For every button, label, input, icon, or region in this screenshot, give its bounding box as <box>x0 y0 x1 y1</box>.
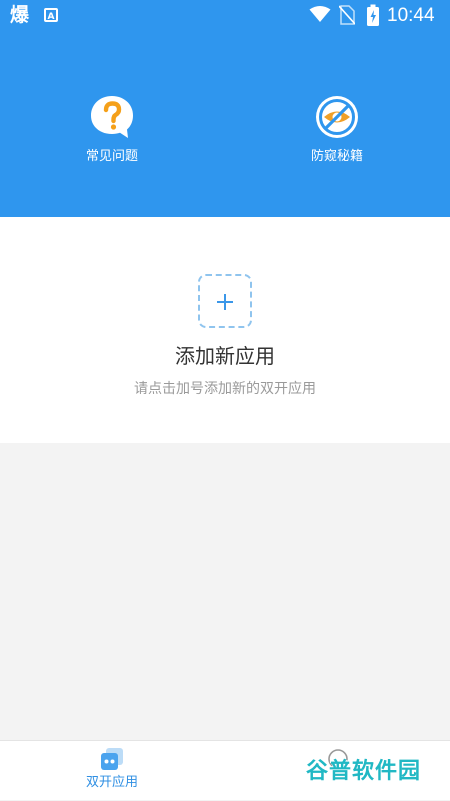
privacy-tips-entry[interactable]: 防窥秘籍 <box>282 94 392 166</box>
keyboard-notification-icon: A <box>44 8 58 22</box>
empty-state-title: 添加新应用 <box>175 344 275 368</box>
app-notification-icon: 爆 <box>10 4 30 26</box>
empty-state-subtitle: 请点击加号添加新的双开应用 <box>134 381 316 397</box>
no-sim-icon <box>339 5 355 25</box>
status-bar: 爆 A 10:44 <box>0 0 450 32</box>
faq-label: 常见问题 <box>85 149 138 164</box>
watermark-logo: 谷普软件园 <box>306 759 422 784</box>
empty-state-card: 添加新应用 请点击加号添加新的双开应用 <box>0 217 450 443</box>
tab-dual-apps-label: 双开应用 <box>85 775 138 790</box>
privacy-tips-label: 防窥秘籍 <box>310 149 363 164</box>
battery-charging-icon <box>367 4 379 26</box>
eye-blocked-icon <box>316 96 358 138</box>
add-app-button[interactable] <box>198 274 252 328</box>
tab-dual-apps[interactable]: 双开应用 <box>57 741 167 801</box>
faq-entry[interactable]: 常见问题 <box>57 94 167 166</box>
status-time: 10:44 <box>387 5 435 26</box>
dual-apps-icon <box>101 748 123 770</box>
question-bubble-icon <box>91 96 133 138</box>
header-banner: 常见问题 防窥秘籍 <box>0 32 450 217</box>
wifi-icon <box>309 6 331 22</box>
